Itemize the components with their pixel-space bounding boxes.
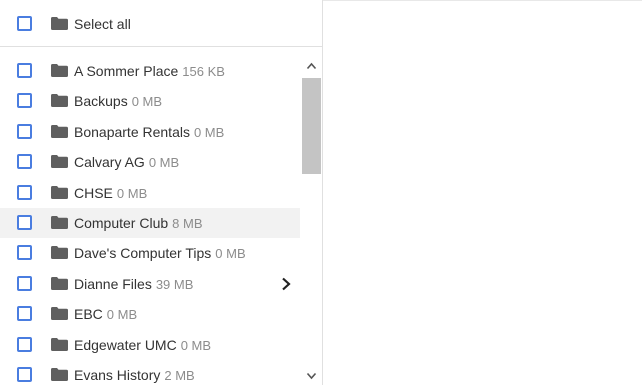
folder-size: 0 MB [148, 155, 180, 170]
folder-row[interactable]: A Sommer Place 156 KB [0, 56, 300, 86]
folder-name: EBC 0 MB [74, 306, 137, 323]
folder-row[interactable]: Edgewater UMC 0 MB [0, 330, 300, 360]
folder-name-text: CHSE [74, 185, 113, 201]
folder-row[interactable]: Backups 0 MB [0, 86, 300, 116]
folder-checkbox[interactable] [17, 63, 32, 78]
folder-size: 2 MB [164, 368, 195, 383]
folder-row[interactable]: Computer Club 8 MB [0, 208, 300, 238]
folder-row[interactable]: Calvary AG 0 MB [0, 147, 300, 177]
scrollbar-thumb[interactable] [302, 78, 321, 174]
folder-name-text: Calvary AG [74, 154, 145, 170]
select-all-row[interactable]: Select all [0, 0, 322, 47]
folder-name-text: A Sommer Place [74, 63, 179, 79]
folder-icon [51, 125, 68, 138]
folder-icon [51, 17, 68, 30]
folder-name-text: Dianne Files [74, 276, 152, 292]
folder-name: CHSE 0 MB [74, 185, 147, 202]
folder-checkbox[interactable] [17, 154, 32, 169]
folder-icon [51, 338, 68, 351]
folder-checkbox[interactable] [17, 124, 32, 139]
folder-name: A Sommer Place 156 KB [74, 63, 225, 80]
folder-row[interactable]: EBC 0 MB [0, 299, 300, 329]
folder-size: 0 MB [116, 186, 148, 201]
folder-size: 0 MB [106, 307, 138, 322]
folder-size: 0 MB [131, 94, 163, 109]
folder-size: 0 MB [180, 338, 212, 353]
folder-name: Backups 0 MB [74, 93, 162, 110]
folder-row[interactable]: Dave's Computer Tips 0 MB [0, 238, 300, 268]
folder-name: Dianne Files 39 MB [74, 276, 193, 293]
folder-icon [51, 155, 68, 168]
select-all-checkbox[interactable] [17, 16, 32, 31]
folder-row[interactable]: Dianne Files 39 MB [0, 269, 300, 299]
folder-checkbox[interactable] [17, 215, 32, 230]
folder-checkbox[interactable] [17, 276, 32, 291]
folder-icon [51, 186, 68, 199]
folder-icon [51, 368, 68, 381]
folder-name-text: Edgewater UMC [74, 337, 177, 353]
chevron-up-icon[interactable] [306, 62, 317, 70]
folder-icon [51, 307, 68, 320]
folder-icon [51, 246, 68, 259]
folder-row[interactable]: Evans History 2 MB [0, 360, 300, 385]
select-all-label: Select all [74, 16, 131, 32]
folder-name: Dave's Computer Tips 0 MB [74, 245, 246, 262]
folder-row[interactable]: Bonaparte Rentals 0 MB [0, 117, 300, 147]
folder-name: Computer Club 8 MB [74, 215, 203, 232]
folder-name-text: Bonaparte Rentals [74, 124, 190, 140]
folder-row[interactable]: CHSE 0 MB [0, 178, 300, 208]
folder-icon [51, 277, 68, 290]
folder-name: Bonaparte Rentals 0 MB [74, 124, 224, 141]
folder-name-text: Backups [74, 93, 128, 109]
folder-checkbox[interactable] [17, 306, 32, 321]
right-pane-top-border [323, 0, 642, 1]
folder-name-text: Dave's Computer Tips [74, 245, 212, 261]
folder-tree-pane: Select all A Sommer Place 156 KB Backups 0 … [0, 0, 323, 385]
folder-name-text: EBC [74, 306, 103, 322]
folder-icon [51, 94, 68, 107]
folder-name-text: Computer Club [74, 215, 169, 231]
folder-name-text: Evans History [74, 367, 161, 383]
folder-name: Edgewater UMC 0 MB [74, 337, 211, 354]
folder-list: A Sommer Place 156 KB Backups 0 MB Bonaparte… [0, 56, 300, 385]
chevron-down-icon[interactable] [306, 372, 317, 380]
folder-size: 0 MB [215, 246, 246, 261]
folder-size: 8 MB [172, 216, 203, 231]
folder-checkbox[interactable] [17, 337, 32, 352]
folder-name: Evans History 2 MB [74, 367, 195, 384]
folder-checkbox[interactable] [17, 185, 32, 200]
chevron-right-icon[interactable] [279, 276, 293, 292]
folder-checkbox[interactable] [17, 367, 32, 382]
folder-icon [51, 64, 68, 77]
folder-size: 156 KB [182, 64, 225, 79]
folder-name: Calvary AG 0 MB [74, 154, 179, 171]
folder-size: 39 MB [155, 277, 194, 292]
folder-checkbox[interactable] [17, 245, 32, 260]
folder-checkbox[interactable] [17, 93, 32, 108]
folder-size: 0 MB [193, 125, 225, 140]
folder-list-scrollbar[interactable] [301, 56, 322, 385]
folder-icon [51, 216, 68, 229]
